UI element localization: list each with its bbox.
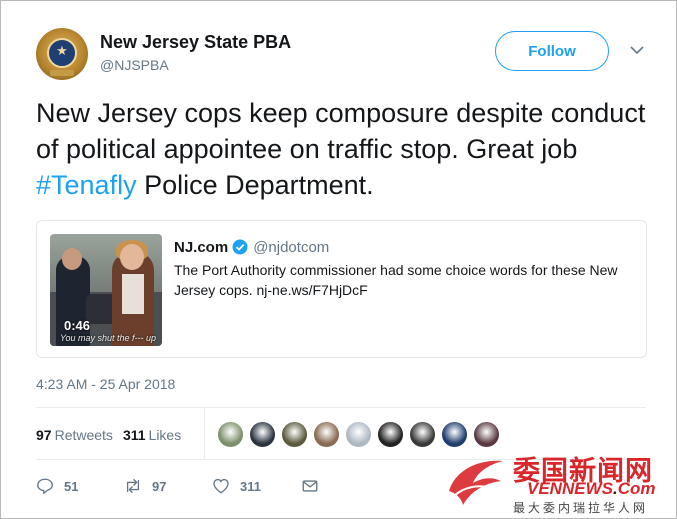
- liker-avatar[interactable]: [249, 421, 276, 448]
- verified-badge-icon: [232, 239, 248, 255]
- liker-avatar[interactable]: [217, 421, 244, 448]
- hashtag-link[interactable]: #Tenafly: [36, 170, 137, 200]
- envelope-icon: [302, 480, 318, 492]
- video-duration: 0:46: [64, 318, 91, 333]
- liker-avatar[interactable]: [281, 421, 308, 448]
- card-source-handle[interactable]: @njdotcom: [253, 239, 329, 256]
- card-text: The Port Authority commissioner had some…: [174, 262, 618, 298]
- thumbnail-woman-head: [120, 244, 144, 270]
- reply-icon: [37, 478, 53, 494]
- divider-top: [36, 407, 646, 408]
- like-button[interactable]: 311: [212, 476, 261, 496]
- liker-avatar[interactable]: [377, 421, 404, 448]
- chevron-down-icon[interactable]: [629, 42, 645, 58]
- liker-avatar[interactable]: [441, 421, 468, 448]
- user-avatar[interactable]: ★: [36, 28, 88, 80]
- retweets-label[interactable]: Retweets: [55, 427, 113, 443]
- user-display-name[interactable]: New Jersey State PBA: [100, 32, 291, 53]
- liker-avatar[interactable]: [345, 421, 372, 448]
- tweet-text-main: New Jersey cops keep composure despite c…: [36, 98, 646, 164]
- liker-avatar[interactable]: [313, 421, 340, 448]
- thumbnail-shirt: [122, 274, 144, 314]
- retweet-count: 97: [152, 478, 167, 494]
- retweet-icon: [126, 479, 140, 493]
- badge-ribbon: [50, 70, 74, 76]
- retweets-count[interactable]: 97: [36, 427, 52, 443]
- liker-avatar[interactable]: [473, 421, 500, 448]
- user-handle[interactable]: @NJSPBA: [100, 57, 169, 73]
- reply-count: 51: [64, 478, 79, 494]
- stats-separator: [204, 407, 205, 459]
- follow-button[interactable]: Follow: [495, 31, 609, 71]
- tweet-frame: ★ New Jersey State PBA @NJSPBA Follow Ne…: [0, 0, 677, 519]
- quoted-link-card[interactable]: 0:46 You may shut the f--- up NJ.com @nj…: [36, 220, 647, 358]
- liker-avatars: [217, 421, 505, 448]
- site-watermark: 委国新闻网 VENNEWS.Com 最大委内瑞拉华人网: [441, 449, 673, 517]
- card-source: NJ.com @njdotcom: [174, 237, 329, 257]
- watermark-english-right: Com: [617, 479, 656, 498]
- card-source-name[interactable]: NJ.com: [174, 239, 228, 256]
- likes-count[interactable]: 311: [123, 427, 146, 443]
- reply-button[interactable]: 51: [36, 476, 78, 496]
- like-count: 311: [240, 478, 261, 494]
- engagement-stats: 97 Retweets 311 Likes: [36, 425, 181, 445]
- tweet-timestamp[interactable]: 4:23 AM - 25 Apr 2018: [36, 376, 175, 392]
- liker-avatar[interactable]: [409, 421, 436, 448]
- watermark-english-title: VENNEWS.Com: [527, 479, 655, 499]
- watermark-english-left: VENNEWS: [527, 479, 613, 498]
- thumbnail-officer-head: [62, 248, 82, 270]
- video-caption: You may shut the f--- up: [60, 333, 157, 343]
- likes-label[interactable]: Likes: [149, 427, 182, 443]
- heart-icon: [213, 478, 229, 494]
- watermark-logo-icon: [449, 460, 503, 505]
- watermark-subtitle: 最大委内瑞拉华人网: [513, 501, 649, 515]
- tweet-text-end: Police Department.: [136, 170, 374, 200]
- video-thumbnail[interactable]: 0:46 You may shut the f--- up: [50, 234, 162, 346]
- badge-star-icon: ★: [56, 44, 68, 59]
- message-button[interactable]: [301, 476, 329, 496]
- retweet-button[interactable]: 97: [124, 476, 166, 496]
- tweet-text: New Jersey cops keep composure despite c…: [36, 95, 656, 203]
